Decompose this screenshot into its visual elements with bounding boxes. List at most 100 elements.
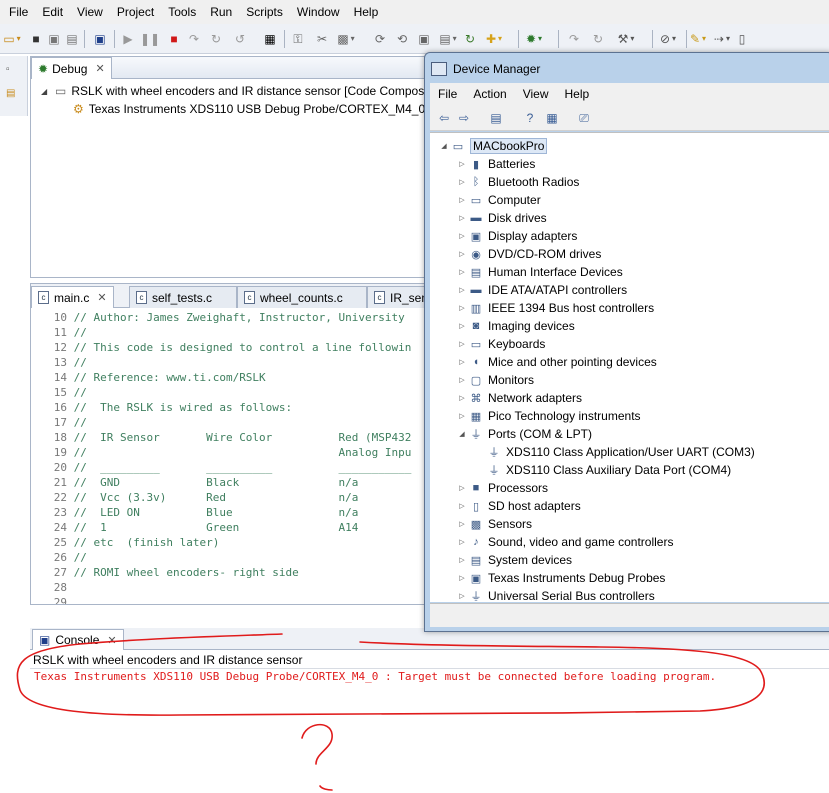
sidebar-toggle-icon[interactable]: ▯	[734, 31, 750, 47]
search-icon[interactable]: ⊘ ▾	[660, 31, 676, 47]
nav-icon[interactable]: ⇢ ▾	[714, 31, 730, 47]
tree-node-category[interactable]: ▷ ▭ Computer	[456, 191, 540, 209]
tree-node-category[interactable]: ▷ ⌘ Network adapters	[456, 389, 582, 407]
tree-node-category[interactable]: ▷ ▤ System devices	[456, 551, 572, 569]
menu-tools[interactable]: Tools	[161, 5, 203, 19]
tree-node-category[interactable]: ▷ ♪ Sound, video and game controllers	[456, 533, 673, 551]
tree-node-category[interactable]: ▷ ⏚ Universal Serial Bus controllers	[456, 587, 654, 602]
collapse-arrow-icon[interactable]: ◢	[438, 142, 450, 150]
dm-menu-help[interactable]: Help	[557, 87, 598, 101]
tree-node-category[interactable]: ▷ ◖ Mice and other pointing devices	[456, 353, 656, 371]
back-icon[interactable]: ⇦	[436, 110, 452, 126]
tree-node-category[interactable]: ▷ ■ Processors	[456, 479, 548, 497]
expand-arrow-icon[interactable]: ▷	[456, 484, 468, 492]
tree-node-category[interactable]: ▷ ▢ Monitors	[456, 371, 534, 389]
step-over-icon[interactable]: ↻	[208, 31, 224, 47]
tab-console[interactable]: ▣ Console ✕	[32, 629, 124, 650]
hammer-icon[interactable]: ⚒ ▾	[618, 31, 635, 47]
suspend-icon[interactable]: ❚❚	[140, 31, 160, 47]
tree-node-category[interactable]: ◢ ⏚ Ports (COM & LPT)	[456, 425, 592, 443]
console-view[interactable]: RSLK with wheel encoders and IR distance…	[30, 651, 829, 793]
help-icon[interactable]: ?	[522, 110, 538, 126]
expand-arrow-icon[interactable]: ▷	[456, 160, 468, 168]
menu-project[interactable]: Project	[110, 5, 161, 19]
expand-arrow-icon[interactable]: ▷	[456, 214, 468, 222]
debug-bug-icon[interactable]: ✹ ▾	[526, 31, 542, 47]
grid-icon[interactable]: ▦	[262, 31, 278, 47]
menu-view[interactable]: View	[70, 5, 110, 19]
tree-node-category[interactable]: ▷ ▩ Sensors	[456, 515, 532, 533]
expand-arrow-icon[interactable]: ▷	[456, 250, 468, 258]
load-icon[interactable]: ↻	[462, 31, 478, 47]
tab-main-c[interactable]: c main.c ✕	[31, 286, 114, 308]
tree-node-category[interactable]: ▷ ▬ IDE ATA/ATAPI controllers	[456, 281, 627, 299]
save-icon[interactable]: ■	[28, 31, 44, 47]
project-explorer-icon[interactable]: ▤	[6, 88, 15, 99]
tab-ir-sensor-c[interactable]: c IR_sen	[367, 286, 429, 308]
connect-icon[interactable]: ⚿	[290, 31, 306, 47]
expand-arrow-icon[interactable]: ▷	[456, 538, 468, 546]
tree-root[interactable]: ◢ ▭ MACbookPro	[438, 137, 548, 155]
menu-scripts[interactable]: Scripts	[239, 5, 290, 19]
resume-icon[interactable]: ▶	[120, 31, 136, 47]
expand-arrow-icon[interactable]: ▷	[456, 268, 468, 276]
collapse-arrow-icon[interactable]: ◢	[456, 430, 468, 438]
expand-arrow-icon[interactable]: ▷	[456, 556, 468, 564]
dm-menu-action[interactable]: Action	[465, 87, 514, 101]
close-icon[interactable]: ✕	[95, 62, 104, 75]
close-icon[interactable]: ✕	[107, 634, 116, 647]
tree-node-category[interactable]: ▷ ▥ IEEE 1394 Bus host controllers	[456, 299, 654, 317]
tree-node-category[interactable]: ▷ ▣ Texas Instruments Debug Probes	[456, 569, 665, 587]
expand-arrow-icon[interactable]: ▷	[456, 178, 468, 186]
tree-node-category[interactable]: ▷ ▦ Pico Technology instruments	[456, 407, 640, 425]
tree-node-category[interactable]: ▷ ◉ DVD/CD-ROM drives	[456, 245, 601, 263]
reset-icon[interactable]: ▩ ▾	[337, 31, 354, 47]
expand-arrow-icon[interactable]: ▷	[456, 340, 468, 348]
tree-node-category[interactable]: ▷ ▭ Keyboards	[456, 335, 545, 353]
tree-node-category[interactable]: ▷ ▯ SD host adapters	[456, 497, 580, 515]
reload-icon[interactable]: ⟲	[394, 31, 410, 47]
expand-arrow-icon[interactable]: ▷	[456, 520, 468, 528]
expand-arrow-icon[interactable]: ▷	[456, 412, 468, 420]
tree-node-category[interactable]: ▷ ▤ Human Interface Devices	[456, 263, 622, 281]
dm-menu-view[interactable]: View	[515, 87, 557, 101]
expand-arrow-icon[interactable]: ▷	[456, 358, 468, 366]
step-return-icon[interactable]: ↺	[232, 31, 248, 47]
expand-arrow-icon[interactable]: ▷	[456, 394, 468, 402]
disconnect-icon[interactable]: ✂	[314, 31, 330, 47]
tab-wheel-counts-c[interactable]: c wheel_counts.c	[237, 286, 367, 308]
expand-arrow-icon[interactable]: ▷	[456, 196, 468, 204]
device-manager-titlebar[interactable]: Device Manager	[431, 59, 540, 79]
menu-file[interactable]: File	[2, 5, 35, 19]
restore-icon[interactable]: ▫	[6, 64, 10, 75]
expand-arrow-icon[interactable]: ▷	[456, 592, 468, 600]
step-asm-icon[interactable]: ↻	[590, 31, 606, 47]
expand-arrow-icon[interactable]: ▷	[456, 304, 468, 312]
forward-icon[interactable]: ⇨	[456, 110, 472, 126]
debug-probe-row[interactable]: ⚙ Texas Instruments XDS110 USB Debug Pro…	[73, 102, 441, 116]
tree-node-port[interactable]: ⏚ XDS110 Class Application/User UART (COM…	[474, 443, 755, 461]
menu-edit[interactable]: Edit	[35, 5, 70, 19]
tree-node-port[interactable]: ⏚ XDS110 Class Auxiliary Data Port (COM4)	[474, 461, 732, 479]
terminate-icon[interactable]: ■	[166, 31, 182, 47]
save-all-icon[interactable]: ▣	[46, 31, 62, 47]
expand-arrow-icon[interactable]: ▷	[456, 376, 468, 384]
tab-debug[interactable]: ✹ Debug ✕	[31, 57, 112, 79]
expand-arrow-icon[interactable]: ▷	[456, 286, 468, 294]
expand-arrow-icon[interactable]: ▷	[456, 232, 468, 240]
menu-window[interactable]: Window	[290, 5, 347, 19]
menu-run[interactable]: Run	[203, 5, 239, 19]
tree-node-category[interactable]: ▷ ▮ Batteries	[456, 155, 535, 173]
terminal-icon[interactable]: ▣	[92, 31, 108, 47]
step-into-icon[interactable]: ↷	[186, 31, 202, 47]
collapse-arrow-icon[interactable]: ◢	[41, 87, 51, 96]
tree-node-category[interactable]: ▷ ◙ Imaging devices	[456, 317, 574, 335]
tab-self-tests-c[interactable]: c self_tests.c	[129, 286, 237, 308]
expand-arrow-icon[interactable]: ▷	[456, 502, 468, 510]
expand-arrow-icon[interactable]: ▷	[456, 322, 468, 330]
memory-icon[interactable]: ▣	[416, 31, 432, 47]
menu-help[interactable]: Help	[347, 5, 386, 19]
properties-icon[interactable]: ▦	[544, 110, 560, 126]
expand-arrow-icon[interactable]: ▷	[456, 574, 468, 582]
show-hide-tree-icon[interactable]: ▤	[488, 110, 504, 126]
